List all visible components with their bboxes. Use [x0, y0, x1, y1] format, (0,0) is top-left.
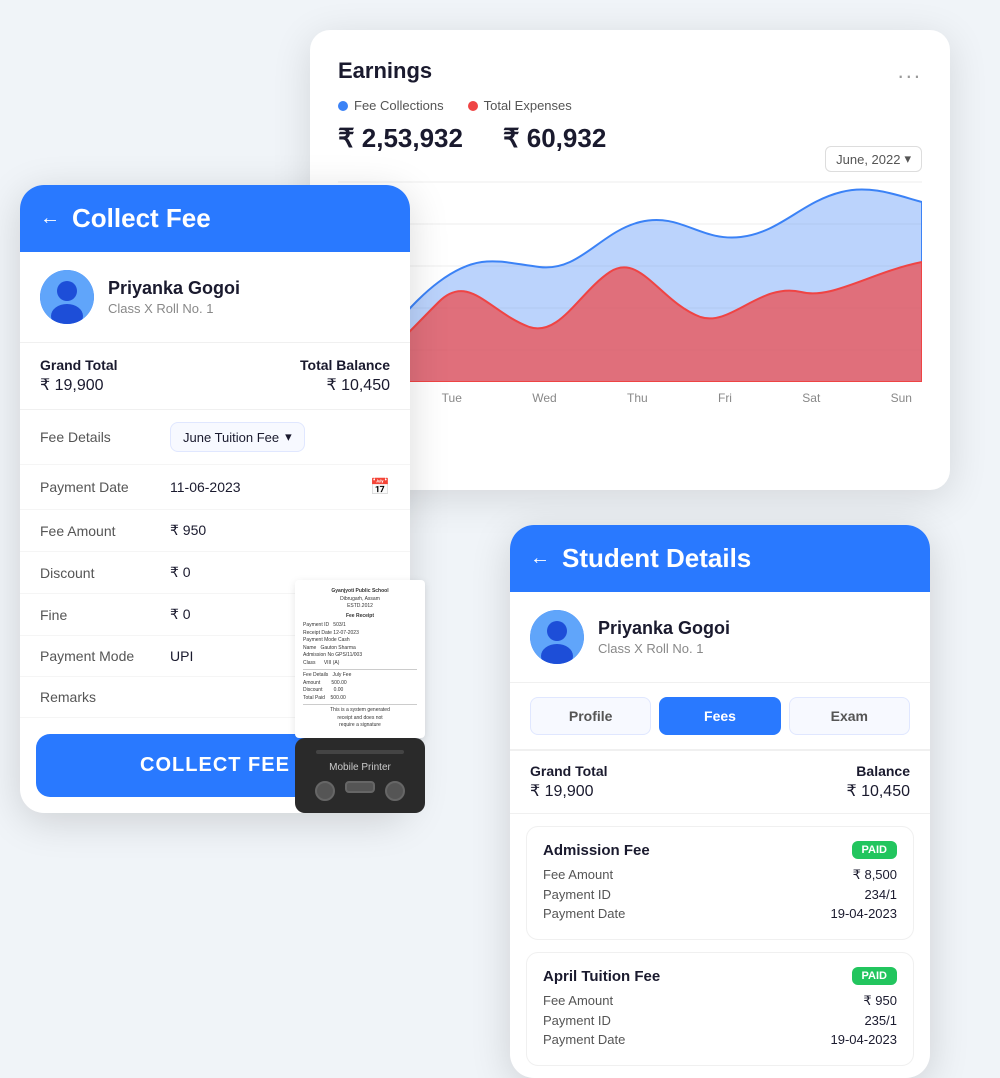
student-details-info-row: Priyanka Gogoi Class X Roll No. 1 [510, 592, 930, 683]
student-details-title: Student Details [562, 543, 751, 574]
admission-paid-badge: PAID [852, 841, 897, 859]
student-details-avatar [530, 610, 584, 664]
earnings-legend: Fee Collections Total Expenses [338, 98, 606, 113]
printer-button-left[interactable] [315, 781, 335, 801]
chevron-down-icon: ▾ [904, 151, 911, 167]
admission-fee-card: Admission Fee PAID Fee Amount ₹ 8,500 Pa… [526, 826, 914, 940]
receipt-paper: Gyanjyoti Public School Dibrugarh, Assam… [295, 580, 425, 738]
totals-row: Grand Total ₹ 19,900 Total Balance ₹ 10,… [20, 343, 410, 410]
tab-profile[interactable]: Profile [530, 697, 651, 735]
april-paid-badge: PAID [852, 967, 897, 985]
student-info-text: Priyanka Gogoi Class X Roll No. 1 [108, 278, 240, 316]
april-payment-date-row: Payment Date 19-04-2023 [543, 1032, 897, 1047]
tab-exam[interactable]: Exam [789, 697, 910, 735]
admission-payment-id-row: Payment ID 234/1 [543, 887, 897, 902]
printer-label: Mobile Printer [329, 762, 391, 773]
fee-collections-amount: ₹ 2,53,932 [338, 123, 463, 154]
legend-total-expenses: Total Expenses [468, 98, 572, 113]
printer-button-right[interactable] [385, 781, 405, 801]
admission-fee-header: Admission Fee PAID [543, 841, 897, 859]
student-tabs: Profile Fees Exam [510, 683, 930, 750]
chart-xaxis: Mon Tue Wed Thu Fri Sat Sun [338, 391, 922, 405]
april-tuition-fee-header: April Tuition Fee PAID [543, 967, 897, 985]
april-tuition-fee-card: April Tuition Fee PAID Fee Amount ₹ 950 … [526, 952, 914, 1066]
total-balance-block: Total Balance ₹ 10,450 [300, 357, 390, 395]
calendar-icon[interactable]: 📅 [370, 477, 390, 497]
printer-buttons [315, 781, 405, 801]
sd-balance: Balance ₹ 10,450 [846, 763, 910, 801]
student-info-row: Priyanka Gogoi Class X Roll No. 1 [20, 252, 410, 343]
admission-payment-date-row: Payment Date 19-04-2023 [543, 906, 897, 921]
printer-button-center[interactable] [345, 781, 375, 793]
back-arrow-icon[interactable]: ← [40, 207, 60, 230]
student-details-info-text: Priyanka Gogoi Class X Roll No. 1 [598, 618, 730, 656]
printer-body: Mobile Printer [295, 738, 425, 813]
student-details-name: Priyanka Gogoi [598, 618, 730, 639]
period-selector[interactable]: June, 2022 ▾ [825, 146, 922, 172]
student-details-totals: Grand Total ₹ 19,900 Balance ₹ 10,450 [510, 750, 930, 814]
student-avatar [40, 270, 94, 324]
student-details-meta: Class X Roll No. 1 [598, 641, 730, 656]
student-meta: Class X Roll No. 1 [108, 301, 240, 316]
printer-slot [316, 750, 404, 754]
mobile-printer: Gyanjyoti Public School Dibrugarh, Assam… [295, 580, 425, 813]
student-name: Priyanka Gogoi [108, 278, 240, 299]
legend-dot-red [468, 101, 478, 111]
legend-dot-blue [338, 101, 348, 111]
earnings-top-row: Fee Collections Total Expenses ₹ 2,53,93… [338, 98, 922, 172]
admission-fee-amount-row: Fee Amount ₹ 8,500 [543, 867, 897, 883]
earnings-chart [338, 172, 922, 382]
april-payment-id-row: Payment ID 235/1 [543, 1013, 897, 1028]
collect-fee-header: ← Collect Fee [20, 185, 410, 252]
earnings-legend-amounts: Fee Collections Total Expenses ₹ 2,53,93… [338, 98, 606, 172]
student-back-arrow-icon[interactable]: ← [530, 547, 550, 570]
earnings-amounts: ₹ 2,53,932 ₹ 60,932 [338, 123, 606, 154]
tab-fees[interactable]: Fees [659, 697, 780, 735]
chevron-down-icon: ▾ [285, 429, 292, 445]
payment-date-row: Payment Date 11-06-2023 📅 [20, 465, 410, 510]
legend-fee-collections: Fee Collections [338, 98, 444, 113]
collect-fee-title: Collect Fee [72, 203, 211, 234]
earnings-dots[interactable]: ... [898, 58, 922, 84]
earnings-header: Earnings ... [338, 58, 922, 84]
total-expenses-amount: ₹ 60,932 [503, 123, 606, 154]
fee-amount-row: Fee Amount ₹ 950 [20, 510, 410, 552]
student-details-header: ← Student Details [510, 525, 930, 592]
student-details-phone: ← Student Details Priyanka Gogoi Class X… [510, 525, 930, 1078]
sd-grand-total: Grand Total ₹ 19,900 [530, 763, 608, 801]
april-fee-amount-row: Fee Amount ₹ 950 [543, 993, 897, 1009]
grand-total-block: Grand Total ₹ 19,900 [40, 357, 118, 395]
fee-details-dropdown[interactable]: June Tuition Fee ▾ [170, 422, 305, 452]
earnings-title: Earnings [338, 58, 432, 84]
fee-details-row: Fee Details June Tuition Fee ▾ [20, 410, 410, 465]
fee-cards-container: Admission Fee PAID Fee Amount ₹ 8,500 Pa… [510, 814, 930, 1066]
chart-area: Mon Tue Wed Thu Fri Sat Sun [338, 172, 922, 412]
